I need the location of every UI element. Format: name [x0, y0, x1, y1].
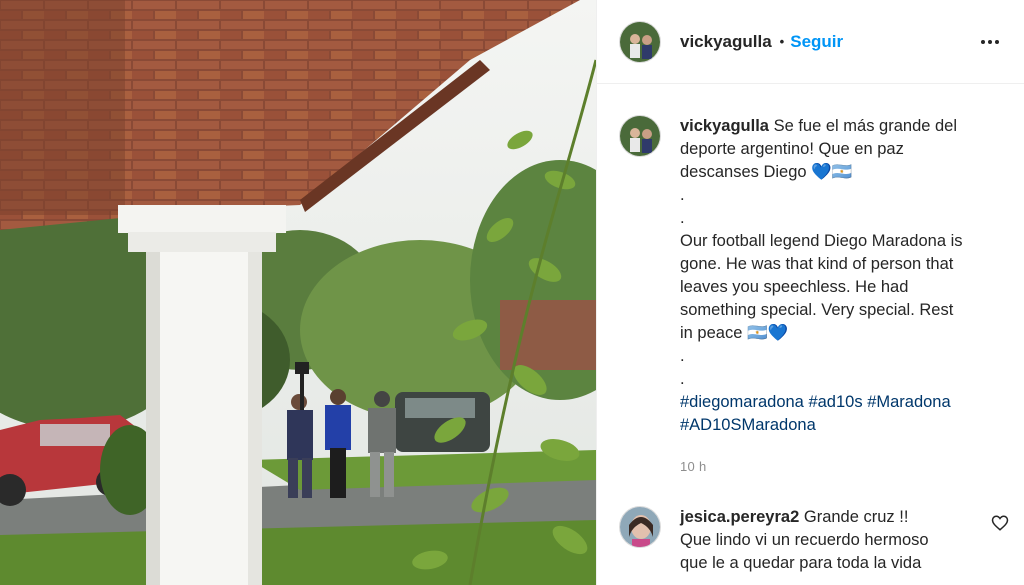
comment-text: jesica.pereyra2 Grande cruz !! Que lindo…: [680, 506, 970, 575]
comment-item: jesica.pereyra2 Grande cruz !! Que lindo…: [619, 506, 1009, 575]
post-photo-scene: [0, 0, 596, 585]
caption-avatar[interactable]: [619, 115, 661, 157]
caption-line: leaves you speechless. He had: [680, 278, 909, 296]
caption-line: .: [680, 209, 685, 227]
dot-2: [988, 39, 992, 44]
comment-avatar[interactable]: [619, 506, 661, 548]
caption-line: deporte argentino! Que en paz: [680, 140, 904, 158]
caption-line: something special. Very special. Rest: [680, 301, 954, 319]
hashtag-link[interactable]: #ad10s: [808, 393, 862, 411]
caption-text: vickyagulla Se fue el más grande del dep…: [680, 115, 1002, 478]
avatar[interactable]: [619, 20, 661, 63]
caption-line: Our football legend Diego Maradona is: [680, 232, 963, 250]
caption-line-text: Se fue el más grande del: [773, 117, 958, 135]
caption-line: .: [680, 186, 685, 204]
comment-line: que le a quedar para toda la vida: [680, 554, 922, 572]
commenter-photo: [620, 507, 660, 547]
profile-photo: [620, 116, 660, 156]
caption-line: gone. He was that kind of person that: [680, 255, 954, 273]
header-username[interactable]: vickyagulla: [680, 32, 772, 52]
dot-1: [981, 39, 985, 44]
comment-username[interactable]: jesica.pereyra2: [680, 508, 799, 526]
caption-line: .: [680, 370, 685, 388]
hashtag-line: #AD10SMaradona: [680, 414, 1002, 437]
heart-icon[interactable]: [991, 514, 1009, 532]
separator-dot: •: [779, 34, 785, 49]
post-image[interactable]: [0, 0, 596, 585]
more-options-icon[interactable]: [978, 30, 1002, 54]
hashtag-link[interactable]: #Maradona: [867, 393, 950, 411]
comment-line-text: Grande cruz !!: [803, 508, 909, 526]
dot-3: [995, 39, 999, 44]
caption-line: descanses Diego 💙🇦🇷: [680, 163, 853, 181]
hashtag-link[interactable]: #diegomaradona: [680, 393, 804, 411]
hashtag-link[interactable]: #AD10SMaradona: [680, 416, 816, 434]
follow-button[interactable]: Seguir: [790, 32, 843, 52]
post-side-panel: vickyagulla • Seguir vickyagulla Se fue …: [596, 0, 1024, 585]
caption-line: vickyagulla Se fue el más grande del: [680, 115, 1002, 138]
hashtag-line: #diegomaradona #ad10s #Maradona: [680, 391, 1002, 414]
post-timestamp[interactable]: 10 h: [680, 455, 1002, 478]
post-header: vickyagulla • Seguir: [597, 0, 1024, 84]
caption-username[interactable]: vickyagulla: [680, 117, 769, 135]
post-caption: vickyagulla Se fue el más grande del dep…: [619, 115, 1009, 478]
comment-line: jesica.pereyra2 Grande cruz !!: [680, 506, 970, 529]
profile-photo: [620, 21, 660, 62]
caption-line: in peace 🇦🇷💙: [680, 324, 789, 342]
comment-line: Que lindo vi un recuerdo hermoso: [680, 531, 929, 549]
caption-line: .: [680, 347, 685, 365]
